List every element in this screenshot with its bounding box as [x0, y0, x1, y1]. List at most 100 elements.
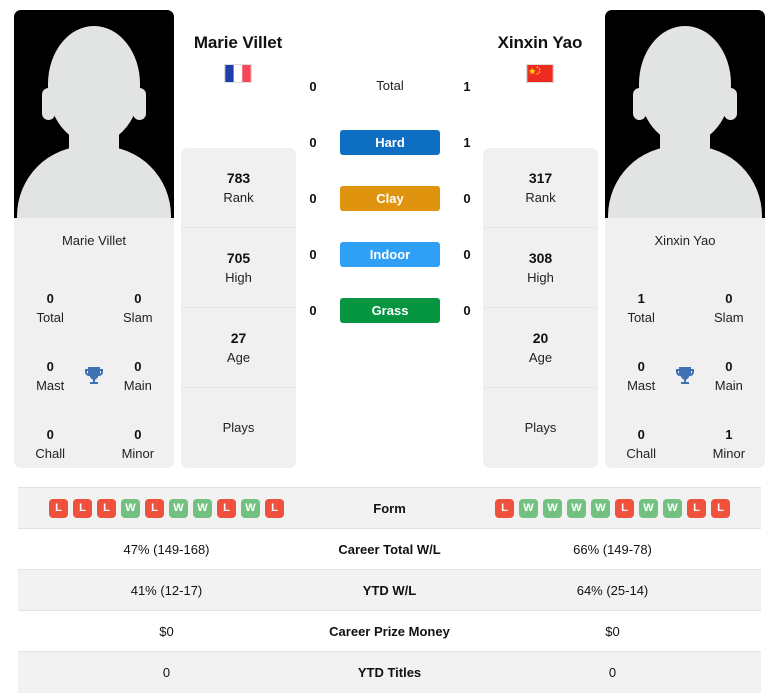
titles-main-left: 0 Main	[108, 357, 168, 395]
form-badge-win[interactable]: W	[567, 498, 586, 518]
player-name-left[interactable]: Marie Villet	[158, 33, 318, 53]
head-to-head-column: 0 Total 1 0 Hard 1 0 Clay 0 0 Indoor 0 0…	[300, 58, 480, 338]
stat-rank-right: 317 Rank	[483, 148, 598, 228]
stat-plays-label: Plays	[222, 420, 255, 435]
stat-plays-right: Plays	[483, 388, 598, 468]
table-row-ytd-wl: 41% (12-17) YTD W/L 64% (25-14)	[18, 569, 761, 611]
stat-card-left: 783 Rank 705 High 27 Age Plays	[181, 148, 296, 468]
stat-plays-label: Plays	[524, 420, 557, 435]
player-card-left: Marie Villet 0 Total 0 Slam 0 Mast 0 Mai…	[14, 10, 174, 468]
titles-slam-right: 0 Slam	[699, 289, 759, 327]
stat-high-label: High	[527, 269, 554, 285]
h2h-left-value: 0	[309, 134, 317, 150]
player-photo-right	[605, 10, 765, 218]
titles-minor-left: 0 Minor	[108, 425, 168, 463]
form-badge-loss[interactable]: L	[495, 498, 514, 518]
form-badge-win[interactable]: W	[121, 498, 140, 518]
titles-row: 0 Chall 1 Minor	[611, 410, 759, 468]
avatar-silhouette-icon	[639, 26, 731, 144]
titles-main-label: Main	[123, 378, 152, 393]
surface-badge-hard[interactable]: Hard	[340, 129, 440, 155]
stat-age-right: 20 Age	[483, 308, 598, 388]
table-row-form: LLLWLWWLWL Form LWWWWLWWLL	[18, 487, 761, 529]
ytd-wl-right: 64% (25-14)	[576, 582, 649, 598]
stat-age-label: Age	[528, 349, 553, 365]
table-row-career-prize-money: $0 Career Prize Money $0	[18, 610, 761, 652]
comparison-stats-table: LLLWLWWLWL Form LWWWWLWWLL 47% (149-168)…	[18, 487, 761, 693]
stat-rank-label: Rank	[223, 189, 254, 205]
trophy-icon	[80, 364, 107, 388]
form-badge-win[interactable]: W	[169, 498, 188, 518]
surface-badge-grass[interactable]: Grass	[340, 297, 440, 323]
form-badge-loss[interactable]: L	[217, 498, 236, 518]
form-badge-win[interactable]: W	[639, 498, 658, 518]
titles-grid-right: 1 Total 0 Slam 0 Mast 0 Main 0 Chall 1 M…	[605, 264, 765, 468]
form-strip-right: LWWWWLWWLL	[464, 498, 761, 518]
titles-main-value: 0	[134, 359, 142, 374]
form-badge-win[interactable]: W	[543, 498, 562, 518]
form-badge-loss[interactable]: L	[687, 498, 706, 518]
stat-high-right: 308 High	[483, 228, 598, 308]
form-badge-win[interactable]: W	[663, 498, 682, 518]
form-badge-win[interactable]: W	[193, 498, 212, 518]
titles-slam-label: Slam	[123, 310, 153, 325]
titles-mast-value: 0	[637, 359, 645, 374]
form-badge-loss[interactable]: L	[615, 498, 634, 518]
titles-grid-left: 0 Total 0 Slam 0 Mast 0 Main 0 Chall 0 M…	[14, 264, 174, 468]
row-label-prize-money: Career Prize Money	[329, 623, 450, 639]
career-wl-right: 66% (149-78)	[573, 541, 652, 557]
surface-badge-indoor[interactable]: Indoor	[340, 241, 440, 267]
titles-slam-value: 0	[725, 291, 733, 306]
titles-row: 0 Chall 0 Minor	[20, 410, 168, 468]
form-badge-win[interactable]: W	[519, 498, 538, 518]
titles-chall-label: Chall	[35, 446, 65, 461]
form-badge-win[interactable]: W	[591, 498, 610, 518]
h2h-surface-total: Total	[340, 77, 440, 95]
row-label-ytd-wl: YTD W/L	[362, 582, 417, 598]
form-badge-win[interactable]: W	[241, 498, 260, 518]
titles-minor-label: Minor	[712, 446, 746, 461]
form-badge-loss[interactable]: L	[711, 498, 730, 518]
stat-rank-label: Rank	[525, 189, 556, 205]
prize-money-right: $0	[605, 623, 620, 639]
ytd-titles-right: 0	[608, 664, 617, 680]
form-strip-left: LLLWLWWLWL	[18, 498, 315, 518]
stats-table-body: LLLWLWWLWL Form LWWWWLWWLL 47% (149-168)…	[18, 487, 761, 693]
table-row-ytd-titles: 0 YTD Titles 0	[18, 651, 761, 693]
stat-age-label: Age	[226, 349, 251, 365]
form-cell-right: LWWWWLWWLL	[464, 488, 761, 529]
player-name-right[interactable]: Xinxin Yao	[460, 33, 620, 53]
player-comparison-page: Marie Villet 0 Total 0 Slam 0 Mast 0 Mai…	[0, 0, 779, 699]
titles-mast-label: Mast	[627, 378, 656, 393]
titles-total-left: 0 Total	[20, 289, 80, 327]
photo-caption-right: Xinxin Yao	[605, 218, 765, 264]
surface-badge-clay[interactable]: Clay	[340, 185, 440, 211]
titles-main-right: 0 Main	[699, 357, 759, 395]
avatar-ear-right	[133, 88, 146, 120]
h2h-label: Total	[376, 78, 404, 93]
row-label-ytd-titles: YTD Titles	[357, 664, 422, 680]
h2h-right-value: 0	[463, 190, 471, 206]
h2h-surface-hard: Hard	[340, 129, 440, 155]
form-badge-loss[interactable]: L	[73, 498, 92, 518]
avatar-silhouette-icon	[48, 26, 140, 144]
titles-mast-value: 0	[46, 359, 54, 374]
form-badge-loss[interactable]: L	[265, 498, 284, 518]
stat-age-value: 27	[230, 329, 247, 346]
photo-caption-left: Marie Villet	[14, 218, 174, 264]
h2h-left-value: 0	[309, 302, 317, 318]
form-badge-loss[interactable]: L	[97, 498, 116, 518]
h2h-right-value: 1	[463, 78, 471, 94]
titles-total-label: Total	[627, 310, 655, 325]
titles-slam-left: 0 Slam	[108, 289, 168, 327]
stat-rank-left: 783 Rank	[181, 148, 296, 228]
stat-age-left: 27 Age	[181, 308, 296, 388]
titles-minor-right: 1 Minor	[699, 425, 759, 463]
stat-age-value: 20	[532, 329, 549, 346]
form-badge-loss[interactable]: L	[145, 498, 164, 518]
form-badge-loss[interactable]: L	[49, 498, 68, 518]
h2h-left-value: 0	[309, 190, 317, 206]
titles-slam-value: 0	[134, 291, 142, 306]
player-card-right: Xinxin Yao 1 Total 0 Slam 0 Mast 0 Main …	[605, 10, 765, 468]
stat-high-value: 705	[226, 249, 251, 266]
